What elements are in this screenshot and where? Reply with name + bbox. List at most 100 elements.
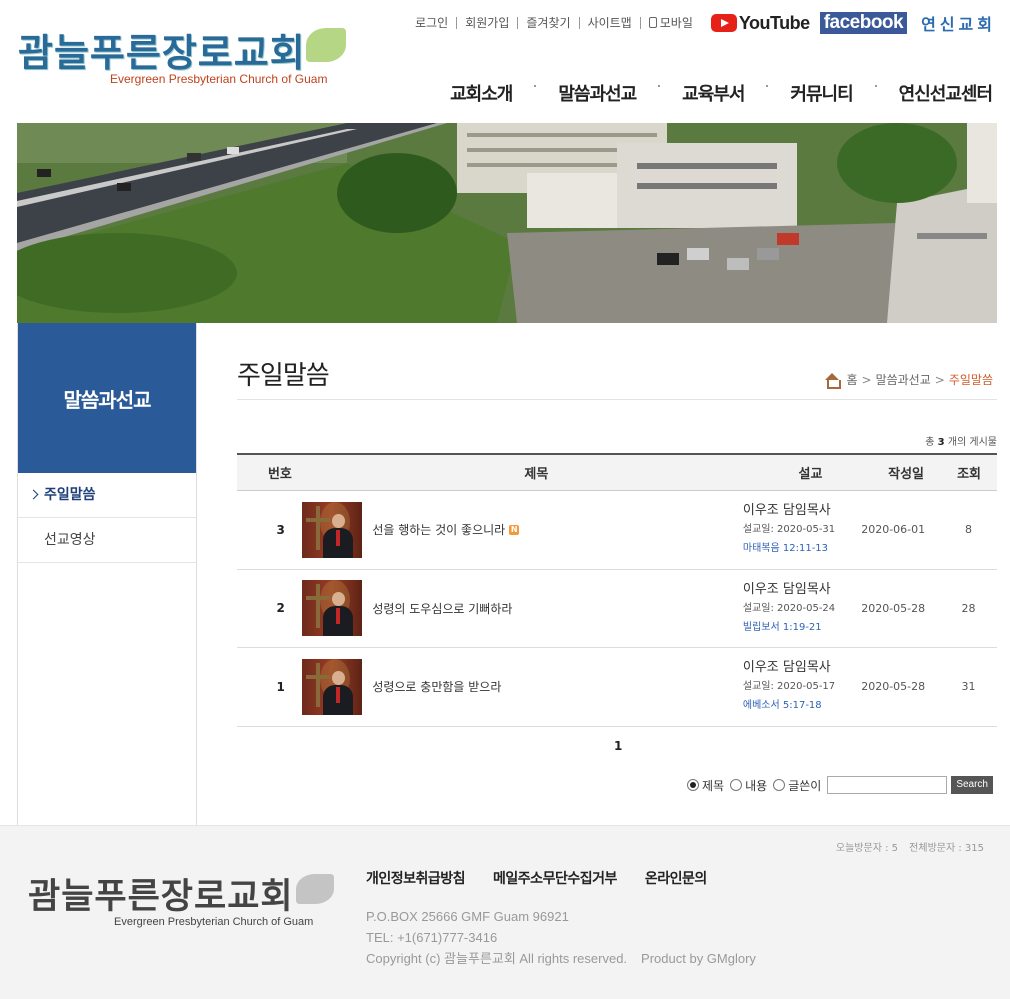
login-link[interactable]: 로그인 [407, 17, 456, 29]
search-option-content[interactable]: 내용 [730, 777, 767, 794]
post-count: 총 3 개의 게시물 [925, 433, 997, 448]
post-count-suffix: 개의 게시물 [947, 437, 997, 448]
breadcrumb-separator: > [934, 372, 945, 387]
nav-mission-center[interactable]: 연신선교센터 [853, 80, 993, 106]
bible-verse: 빌립보서 1:19-21 [742, 621, 822, 633]
nav-education[interactable]: 교육부서 [636, 80, 745, 106]
main-content: 주일말씀 홈 > 말씀과선교 > 주일말씀 총 3 개의 게시물 번호 제목 설… [237, 323, 997, 825]
bookmark-link[interactable]: 즐겨찾기 [517, 17, 578, 29]
footer-info: P.O.BOX 25666 GMF Guam 96921 TEL: +1(671… [366, 906, 756, 969]
online-inquiry-link[interactable]: 온라인문의 [645, 868, 707, 888]
sermon-thumbnail[interactable] [302, 580, 363, 637]
row-title-cell: 성령의 도우심으로 기뻐하라 [302, 580, 701, 637]
sitemap-link[interactable]: 사이트맵 [578, 17, 640, 29]
row-sermon-info: 이우조 담임목사 설교일: 2020-05-17 에베소서 5:17-18 [743, 658, 866, 715]
footer-copyright-line: Copyright (c) 괌늘푸른교회 All rights reserved… [366, 948, 756, 969]
logo-korean: 괌늘푸른장로교회 [18, 30, 306, 75]
column-header-date: 작성일 [888, 467, 925, 482]
footer-links: 개인정보취급방침 메일주소무단수집거부 온라인문의 [366, 868, 735, 888]
email-refusal-link[interactable]: 메일주소무단수집거부 [493, 868, 617, 888]
post-count-prefix: 총 [925, 437, 935, 448]
breadcrumb-home[interactable]: 홈 [846, 371, 857, 388]
sidebar-title: 말씀과선교 [18, 323, 196, 473]
column-header-title: 제목 [524, 467, 549, 482]
radio-icon [773, 779, 786, 791]
footer-tel: TEL: +1(671)777-3416 [366, 930, 498, 945]
visitor-counter: 오늘방문자 : 5 전체방문자 : 315 [828, 839, 984, 854]
site-logo[interactable]: 괌늘푸른장로교회 Evergreen Presbyterian Church o… [18, 22, 346, 92]
radio-selected-icon [687, 779, 699, 791]
bible-verse: 에베소서 5:17-18 [742, 700, 822, 712]
new-post-icon: N [509, 524, 520, 535]
search-option-author[interactable]: 글쓴이 [773, 777, 821, 794]
footer-address: P.O.BOX 25666 GMF Guam 96921 [366, 909, 569, 924]
row-title-cell: 선을 행하는 것이 좋으니라 N [302, 501, 701, 558]
search-option-title[interactable]: 제목 [687, 777, 724, 794]
table-row[interactable]: 3 선을 행하는 것이 좋으니라 N 이우조 담임목사 설교일: 2020-05-… [237, 491, 997, 570]
visitors-total: 전체방문자 : 315 [909, 843, 984, 854]
preacher-name: 이우조 담임목사 [742, 503, 831, 519]
table-row[interactable]: 2 성령의 도우심으로 기뻐하라 이우조 담임목사 설교일: 2020-05-2… [237, 570, 997, 648]
post-count-number: 3 [937, 437, 945, 448]
nav-church-intro[interactable]: 교회소개 [450, 80, 513, 106]
home-icon[interactable] [824, 372, 842, 389]
title-divider [237, 399, 997, 400]
row-views: 28 [961, 601, 976, 615]
sermon-title-link[interactable]: 성령으로 충만함을 받으라 [372, 678, 501, 695]
bible-verse: 마태복음 12:11-13 [742, 543, 829, 555]
hero-banner-image [17, 123, 997, 323]
sermon-date: 설교일: 2020-05-24 [742, 602, 836, 614]
row-date: 2020-06-01 [861, 523, 926, 537]
nav-community[interactable]: 커뮤니티 [744, 80, 854, 106]
footer-product: Product by GMglory [641, 951, 756, 966]
mobile-label: 모바일 [659, 16, 693, 30]
sermon-title-link[interactable]: 성령의 도우심으로 기뻐하라 [372, 600, 512, 617]
sidebar-item-sunday-sermon[interactable]: 주일말씀 [18, 473, 196, 518]
breadcrumb: 홈 > 말씀과선교 > 주일말씀 [824, 371, 993, 389]
row-sermon-info: 이우조 담임목사 설교일: 2020-05-24 빌립보서 1:19-21 [743, 580, 866, 637]
column-header-views: 조회 [957, 467, 981, 482]
sermon-table: 번호 제목 설교 작성일 조회 3 선을 행하는 것이 좋으니라 N 이우조 담임… [237, 453, 997, 727]
footer-logo-english: Evergreen Presbyterian Church of Guam [114, 916, 314, 928]
sermon-thumbnail[interactable] [302, 658, 363, 715]
preacher-name: 이우조 담임목사 [742, 660, 831, 676]
nav-word-mission[interactable]: 말씀과선교 [512, 80, 637, 106]
privacy-policy-link[interactable]: 개인정보취급방침 [366, 868, 466, 888]
yeonsin-church-link[interactable]: 연신교회 [921, 11, 996, 35]
visitors-today: 오늘방문자 : 5 [835, 843, 898, 854]
facebook-link[interactable]: facebook [819, 12, 908, 34]
search-input[interactable] [827, 776, 948, 794]
preacher-name: 이우조 담임목사 [742, 581, 831, 597]
row-date: 2020-05-28 [861, 680, 926, 694]
sermon-date: 설교일: 2020-05-17 [742, 681, 836, 693]
row-title-cell: 성령으로 충만함을 받으라 [302, 658, 701, 715]
signup-link[interactable]: 회원가입 [456, 17, 517, 29]
search-option-label: 제목 [702, 778, 725, 793]
breadcrumb-separator: > [861, 372, 872, 387]
logo-leaf-icon [306, 28, 346, 62]
sermon-thumbnail[interactable] [302, 501, 363, 558]
row-views: 31 [961, 680, 976, 694]
column-header-number: 번호 [267, 467, 292, 482]
footer-copyright: Copyright (c) 괌늘푸른교회 All rights reserved… [366, 951, 628, 966]
pagination-current-page[interactable]: 1 [614, 739, 622, 753]
sermon-title-link[interactable]: 선을 행하는 것이 좋으니라 [372, 521, 505, 538]
youtube-link[interactable]: YouTube [710, 13, 810, 34]
mobile-link[interactable]: 모바일 [639, 16, 701, 30]
logo-english: Evergreen Presbyterian Church of Guam [110, 72, 328, 86]
sermon-date: 설교일: 2020-05-31 [742, 524, 836, 536]
breadcrumb-section[interactable]: 말씀과선교 [876, 371, 931, 388]
site-header: 괌늘푸른장로교회 Evergreen Presbyterian Church o… [0, 0, 1010, 123]
search-button[interactable]: Search [951, 776, 993, 794]
footer-logo: 괌늘푸른장로교회 Evergreen Presbyterian Church o… [28, 868, 338, 938]
utility-nav: 로그인 회원가입 즐겨찾기 사이트맵 모바일 YouTube facebook … [407, 12, 996, 34]
radio-icon [730, 779, 743, 791]
table-row[interactable]: 1 성령으로 충만함을 받으라 이우조 담임목사 설교일: 2020-05-17… [237, 648, 997, 727]
sidebar: 말씀과선교 주일말씀 선교영상 [17, 323, 197, 825]
table-header: 번호 제목 설교 작성일 조회 [237, 455, 997, 491]
sidebar-item-mission-video[interactable]: 선교영상 [18, 518, 196, 563]
mobile-phone-icon [648, 17, 657, 28]
page-title: 주일말씀 [237, 361, 330, 391]
board-search: 제목 내용 글쓴이 Search [687, 776, 993, 794]
search-option-label: 글쓴이 [788, 778, 822, 793]
